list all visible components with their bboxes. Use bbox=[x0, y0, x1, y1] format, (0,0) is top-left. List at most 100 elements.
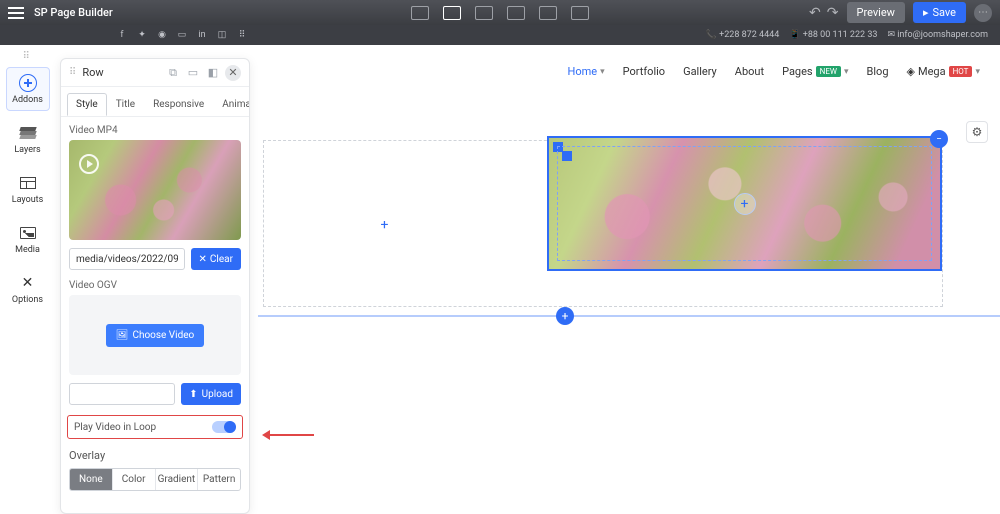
rail-addons[interactable]: Addons bbox=[6, 67, 50, 111]
overlay-none[interactable]: None bbox=[70, 469, 113, 490]
badge-new: NEW bbox=[816, 66, 841, 77]
canvas-column-left[interactable]: + bbox=[272, 149, 497, 300]
overlay-color[interactable]: Color bbox=[113, 469, 156, 490]
youtube-icon[interactable]: ▭ bbox=[177, 30, 187, 40]
tab-animation[interactable]: Animation bbox=[213, 93, 250, 116]
plus-icon bbox=[19, 74, 37, 92]
column-inner[interactable]: + bbox=[557, 146, 932, 261]
clear-button[interactable]: ✕Clear bbox=[191, 248, 241, 270]
device-phone-icon[interactable] bbox=[571, 6, 589, 20]
canvas-row[interactable]: + − + bbox=[263, 140, 943, 307]
rail-addons-label: Addons bbox=[12, 95, 43, 105]
rail-options[interactable]: ✕ Options bbox=[6, 267, 50, 311]
rail-layouts-label: Layouts bbox=[12, 195, 44, 205]
x-icon: ✕ bbox=[199, 254, 207, 265]
rail-media[interactable]: Media bbox=[6, 217, 50, 261]
overlay-label: Overlay bbox=[69, 449, 241, 462]
overlay-gradient[interactable]: Gradient bbox=[156, 469, 199, 490]
nav-gallery[interactable]: Gallery bbox=[683, 65, 717, 78]
upload-button[interactable]: ⬆Upload bbox=[181, 383, 241, 405]
settings-panel: ⠿ Row ⧉ ▭ ◧ ✕ Style Title Responsive Ani… bbox=[60, 58, 250, 514]
panel-title: Row bbox=[82, 66, 103, 79]
dock-icon[interactable]: ◧ bbox=[205, 65, 221, 81]
twitter-icon[interactable]: ✦ bbox=[137, 30, 147, 40]
rail-layers-label: Layers bbox=[14, 145, 40, 155]
choose-video-button[interactable]: 🖼Choose Video bbox=[106, 324, 205, 347]
canvas-column-right[interactable]: − + bbox=[547, 136, 942, 271]
device-wide-icon[interactable] bbox=[539, 6, 557, 20]
chevron-down-icon: ▾ bbox=[844, 67, 849, 77]
device-switcher bbox=[411, 6, 589, 20]
device-mobile-icon[interactable] bbox=[411, 6, 429, 20]
tab-title[interactable]: Title bbox=[107, 93, 144, 116]
rail-layers[interactable]: Layers bbox=[6, 117, 50, 161]
rail-drag-handle[interactable]: ⠿ bbox=[23, 51, 33, 61]
device-laptop-icon[interactable] bbox=[475, 6, 493, 20]
phone2: 📱 +88 00 111 222 33 bbox=[789, 30, 877, 40]
loop-label: Play Video in Loop bbox=[74, 422, 156, 433]
flickr-icon[interactable]: ⠿ bbox=[237, 30, 247, 40]
social-links: f ✦ ◉ ▭ in ◫ ⠿ bbox=[117, 30, 247, 40]
menu-toggle[interactable] bbox=[8, 7, 24, 19]
rail-media-label: Media bbox=[15, 245, 40, 255]
redo-icon[interactable]: ↷ bbox=[827, 5, 839, 21]
section-divider bbox=[258, 315, 1000, 317]
copy-icon[interactable]: ⧉ bbox=[165, 65, 181, 81]
device-tablet-icon[interactable] bbox=[507, 6, 525, 20]
preview-button[interactable]: Preview bbox=[847, 2, 905, 23]
more-button[interactable]: ⋯ bbox=[974, 4, 992, 22]
add-addon-button[interactable]: + bbox=[376, 216, 394, 234]
nav-pages[interactable]: Pages NEW ▾ bbox=[782, 65, 848, 78]
save-label: Save bbox=[932, 6, 956, 19]
video-ogv-dropzone[interactable]: 🖼Choose Video bbox=[69, 295, 241, 375]
loop-toggle[interactable] bbox=[212, 421, 236, 433]
nav-portfolio[interactable]: Portfolio bbox=[623, 65, 665, 78]
loop-toggle-row: Play Video in Loop bbox=[67, 415, 243, 439]
inner-drag-handle[interactable] bbox=[562, 151, 572, 161]
layout-icon bbox=[20, 177, 36, 189]
nav-mega[interactable]: ◈ Mega HOT ▾ bbox=[907, 65, 981, 78]
upload-icon: ⬆ bbox=[189, 389, 197, 400]
video-mp4-preview[interactable] bbox=[69, 140, 241, 240]
facebook-icon[interactable]: f bbox=[117, 30, 127, 40]
site-infobar: f ✦ ◉ ▭ in ◫ ⠿ 📞 +228 872 4444 📱 +88 00 … bbox=[0, 25, 1000, 45]
close-icon[interactable]: ✕ bbox=[225, 65, 241, 81]
pinterest-icon[interactable]: ◉ bbox=[157, 30, 167, 40]
undo-icon[interactable]: ↶ bbox=[809, 5, 821, 21]
column-remove-button[interactable]: − bbox=[930, 130, 948, 148]
contact-info: 📞 +228 872 4444 📱 +88 00 111 222 33 ✉ in… bbox=[706, 30, 988, 40]
play-icon bbox=[79, 154, 99, 174]
app-title: SP Page Builder bbox=[34, 6, 113, 19]
video-ogv-label: Video OGV bbox=[69, 280, 241, 291]
panel-drag-handle[interactable]: ⠿ bbox=[69, 67, 76, 78]
site-nav: Home ▾ Portfolio Gallery About Pages NEW… bbox=[567, 65, 980, 78]
add-addon-center-button[interactable]: + bbox=[734, 193, 756, 215]
undo-redo-group: ↶ ↷ bbox=[809, 5, 838, 21]
instagram-icon[interactable]: ◫ bbox=[217, 30, 227, 40]
canvas-settings-button[interactable]: ⚙ bbox=[966, 121, 988, 143]
linkedin-icon[interactable]: in bbox=[197, 30, 207, 40]
media-icon bbox=[20, 227, 36, 239]
nav-blog[interactable]: Blog bbox=[867, 65, 889, 78]
rail-layouts[interactable]: Layouts bbox=[6, 167, 50, 211]
video-ogv-path-input[interactable] bbox=[69, 383, 175, 405]
options-icon: ✕ bbox=[19, 274, 37, 292]
left-rail: ⠿ Addons Layers Layouts Media ✕ Options bbox=[0, 45, 55, 514]
phone1: 📞 +228 872 4444 bbox=[706, 30, 780, 40]
app-topbar: SP Page Builder ↶ ↷ Preview ▸ Save ⋯ bbox=[0, 0, 1000, 25]
overlay-pattern[interactable]: Pattern bbox=[198, 469, 240, 490]
save-button[interactable]: ▸ Save bbox=[913, 2, 966, 23]
tab-responsive[interactable]: Responsive bbox=[144, 93, 213, 116]
tab-style[interactable]: Style bbox=[67, 93, 107, 116]
panel-body: Video MP4 ✕Clear Video OGV 🖼Choose Video… bbox=[61, 117, 249, 513]
expand-icon[interactable]: ▭ bbox=[185, 65, 201, 81]
layers-icon bbox=[20, 127, 36, 139]
video-mp4-path-input[interactable] bbox=[69, 248, 185, 270]
image-icon: 🖼 bbox=[116, 330, 129, 341]
nav-about[interactable]: About bbox=[735, 65, 764, 78]
add-section-button[interactable]: + bbox=[556, 307, 574, 325]
nav-home[interactable]: Home ▾ bbox=[567, 65, 604, 78]
rail-options-label: Options bbox=[12, 295, 43, 305]
chevron-down-icon: ▾ bbox=[600, 67, 605, 77]
device-desktop-icon[interactable] bbox=[443, 6, 461, 20]
